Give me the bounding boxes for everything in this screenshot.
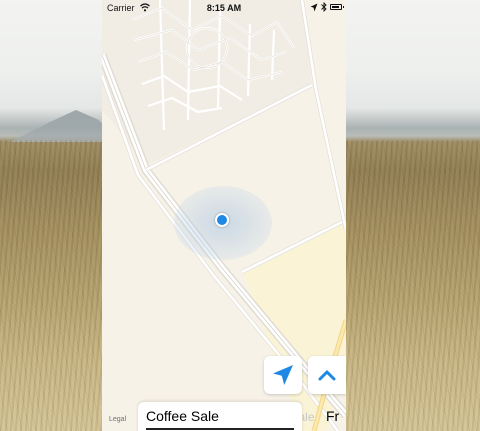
user-location-dot[interactable] bbox=[215, 213, 229, 227]
location-arrow-icon bbox=[273, 365, 293, 385]
location-services-icon bbox=[310, 3, 318, 12]
expand-list-button[interactable] bbox=[308, 356, 346, 394]
locate-me-button[interactable] bbox=[264, 356, 302, 394]
status-bar: Carrier 8:15 AM bbox=[102, 0, 346, 16]
battery-fill bbox=[332, 6, 339, 8]
place-card[interactable]: Fr bbox=[326, 402, 346, 431]
place-card-underline bbox=[146, 428, 294, 430]
phone-screen: Carrier 8:15 AM Legal Coffee Sale Cof bbox=[102, 0, 346, 431]
legal-link[interactable]: Legal bbox=[109, 416, 126, 423]
bluetooth-icon bbox=[321, 2, 327, 12]
place-card-title: Coffee Sale bbox=[146, 408, 219, 424]
place-card-title: Fr bbox=[326, 408, 340, 424]
battery-icon bbox=[330, 4, 344, 10]
chevron-up-icon bbox=[318, 370, 336, 381]
place-card-selected[interactable]: Coffee Sale bbox=[138, 402, 302, 431]
